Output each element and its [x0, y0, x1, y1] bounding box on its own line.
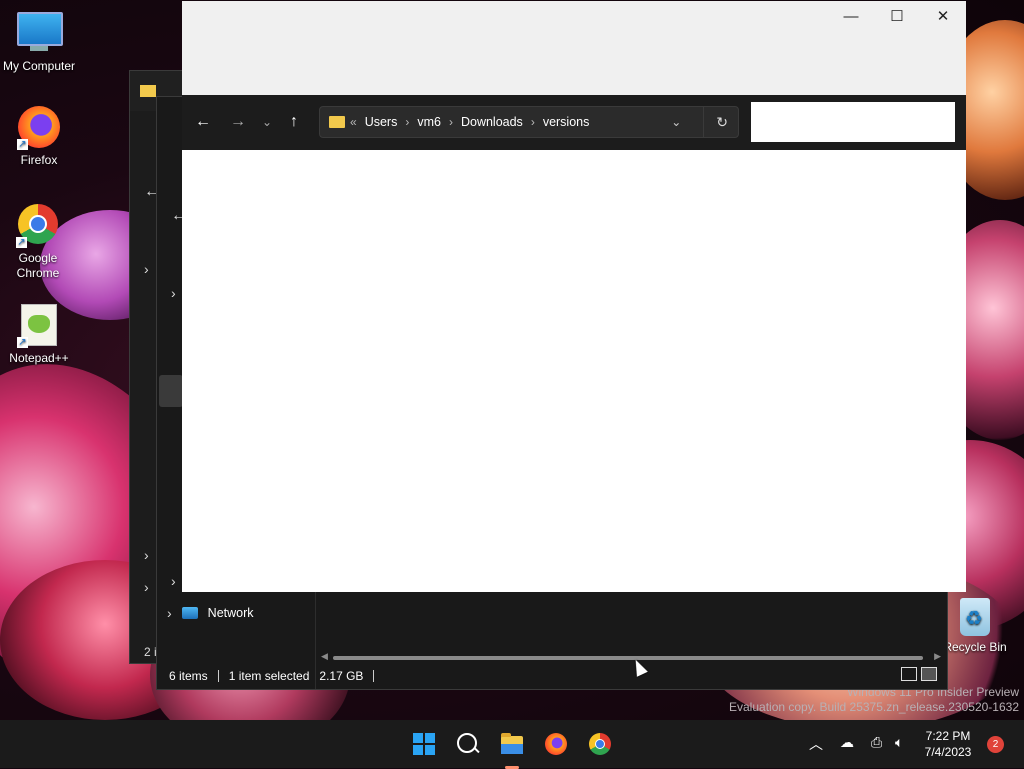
desktop-icon-google-chrome[interactable]: ↗ Google Chrome — [0, 204, 76, 281]
file-explorer-icon — [501, 733, 523, 754]
chevron-right-icon[interactable]: › — [171, 285, 176, 301]
address-bar[interactable]: « Users › vm6 › Downloads › versions ⌄ ↻ — [319, 106, 739, 138]
breadcrumb-downloads[interactable]: Downloads — [461, 115, 523, 129]
address-history-chevron-icon[interactable]: ⌄ — [671, 115, 681, 129]
scroll-left-arrow-icon[interactable]: ◀ — [321, 651, 328, 662]
desktop-icon-notepad-plus-plus[interactable]: ↗ Notepad++ — [0, 304, 78, 366]
window-titlebar[interactable]: — ☐ ✕ — [182, 1, 966, 95]
details-view-icon[interactable] — [901, 667, 917, 681]
explorer-window-front[interactable]: — ☐ ✕ ← → ⌄ ↑ « Users › vm6 › Downloads … — [182, 1, 966, 592]
desktop-icon-label: My Computer — [2, 59, 76, 73]
refresh-icon[interactable]: ↻ — [716, 114, 728, 131]
search-input[interactable] — [751, 102, 955, 142]
divider — [373, 670, 375, 682]
network-status-icon[interactable]: ⎙ — [871, 734, 882, 751]
navigation-toolbar: ← → ⌄ ↑ « Users › vm6 › Downloads › vers… — [182, 95, 966, 150]
windows-logo-icon — [408, 728, 440, 760]
forward-arrow-icon[interactable]: → — [230, 113, 246, 131]
taskbar: ︿ ☁ ⎙ 🔈︎ 7:22 PM 7/4/2023 2 — [0, 720, 1024, 769]
recycle-bin-icon — [960, 598, 990, 636]
folder-icon — [140, 85, 156, 97]
divider — [703, 107, 705, 137]
system-clock[interactable]: 7:22 PM 7/4/2023 — [914, 728, 982, 760]
desktop-icon-label: Notepad++ — [9, 351, 69, 365]
taskbar-file-explorer[interactable] — [496, 728, 528, 769]
large-icons-view-icon[interactable] — [921, 667, 937, 681]
desktop-icon-label: Google Chrome — [16, 251, 60, 280]
chevron-right-icon[interactable]: › — [167, 605, 172, 621]
computer-icon — [17, 12, 63, 56]
nav-item-network[interactable]: › Network — [167, 605, 254, 621]
breadcrumb-separator-icon[interactable]: › — [449, 115, 453, 129]
taskbar-chrome[interactable] — [584, 728, 616, 760]
desktop-icon-my-computer[interactable]: My Computer — [0, 8, 78, 74]
back-arrow-icon[interactable]: ← — [195, 113, 211, 131]
network-icon — [181, 607, 198, 619]
file-list-area[interactable] — [182, 150, 966, 592]
chevron-right-icon[interactable]: › — [144, 579, 149, 595]
recent-locations-chevron-icon[interactable]: ⌄ — [262, 115, 272, 129]
breadcrumb-versions[interactable]: versions — [543, 115, 590, 129]
volume-icon[interactable]: 🔈︎ — [895, 734, 903, 751]
desktop-icon-firefox[interactable]: ↗ Firefox — [0, 106, 78, 168]
notification-badge[interactable]: 2 — [987, 736, 1004, 753]
breadcrumb-separator-icon[interactable]: › — [531, 115, 535, 129]
start-button[interactable] — [408, 728, 440, 760]
chrome-icon: ↗ — [16, 204, 60, 248]
firefox-icon — [545, 733, 567, 755]
close-icon[interactable]: ✕ — [920, 5, 966, 29]
scrollbar-thumb[interactable] — [333, 656, 923, 660]
up-arrow-icon[interactable]: ↑ — [290, 113, 298, 131]
breadcrumb-separator-icon[interactable]: › — [405, 115, 409, 129]
item-count: 6 items — [169, 669, 208, 683]
scroll-right-arrow-icon[interactable]: ▶ — [934, 651, 941, 662]
status-bar: 6 items 1 item selected 2.17 GB — [169, 669, 375, 683]
notepad-plus-plus-icon: ↗ — [17, 304, 61, 348]
breadcrumb-users[interactable]: Users — [365, 115, 398, 129]
chevron-right-icon[interactable]: › — [144, 547, 149, 563]
divider — [217, 670, 219, 682]
breadcrumb-vm6[interactable]: vm6 — [417, 115, 441, 129]
firefox-icon: ↗ — [17, 106, 61, 150]
onedrive-offline-icon[interactable]: ☁ — [840, 734, 854, 751]
clock-time: 7:22 PM — [925, 729, 971, 743]
maximize-icon[interactable]: ☐ — [874, 5, 920, 29]
chrome-icon — [589, 733, 611, 755]
minimize-icon[interactable]: — — [828, 5, 874, 29]
desktop-icon-label: Recycle Bin — [943, 640, 1007, 654]
chevron-right-icon[interactable]: › — [144, 261, 149, 277]
folder-icon — [329, 116, 345, 128]
chevron-up-icon[interactable]: ︿ — [809, 734, 823, 754]
nav-item-label: Network — [207, 606, 254, 620]
status-bar-text: 2 i — [144, 645, 157, 659]
clock-date: 7/4/2023 — [924, 745, 972, 759]
breadcrumb-overflow[interactable]: « — [350, 115, 357, 129]
chevron-right-icon[interactable]: › — [171, 573, 176, 589]
selection-count: 1 item selected — [228, 669, 310, 683]
selection-size: 2.17 GB — [319, 669, 364, 683]
taskbar-firefox[interactable] — [540, 728, 572, 760]
desktop-icon-label: Firefox — [20, 153, 58, 167]
view-toggle — [901, 667, 937, 681]
taskbar-search-button[interactable] — [452, 728, 484, 760]
desktop-icon-recycle-bin[interactable]: Recycle Bin — [938, 598, 1012, 654]
watermark-line: Evaluation copy. Build 25375.zn_release.… — [729, 700, 1019, 714]
search-icon — [457, 733, 477, 753]
selected-nav-row[interactable] — [159, 375, 183, 407]
